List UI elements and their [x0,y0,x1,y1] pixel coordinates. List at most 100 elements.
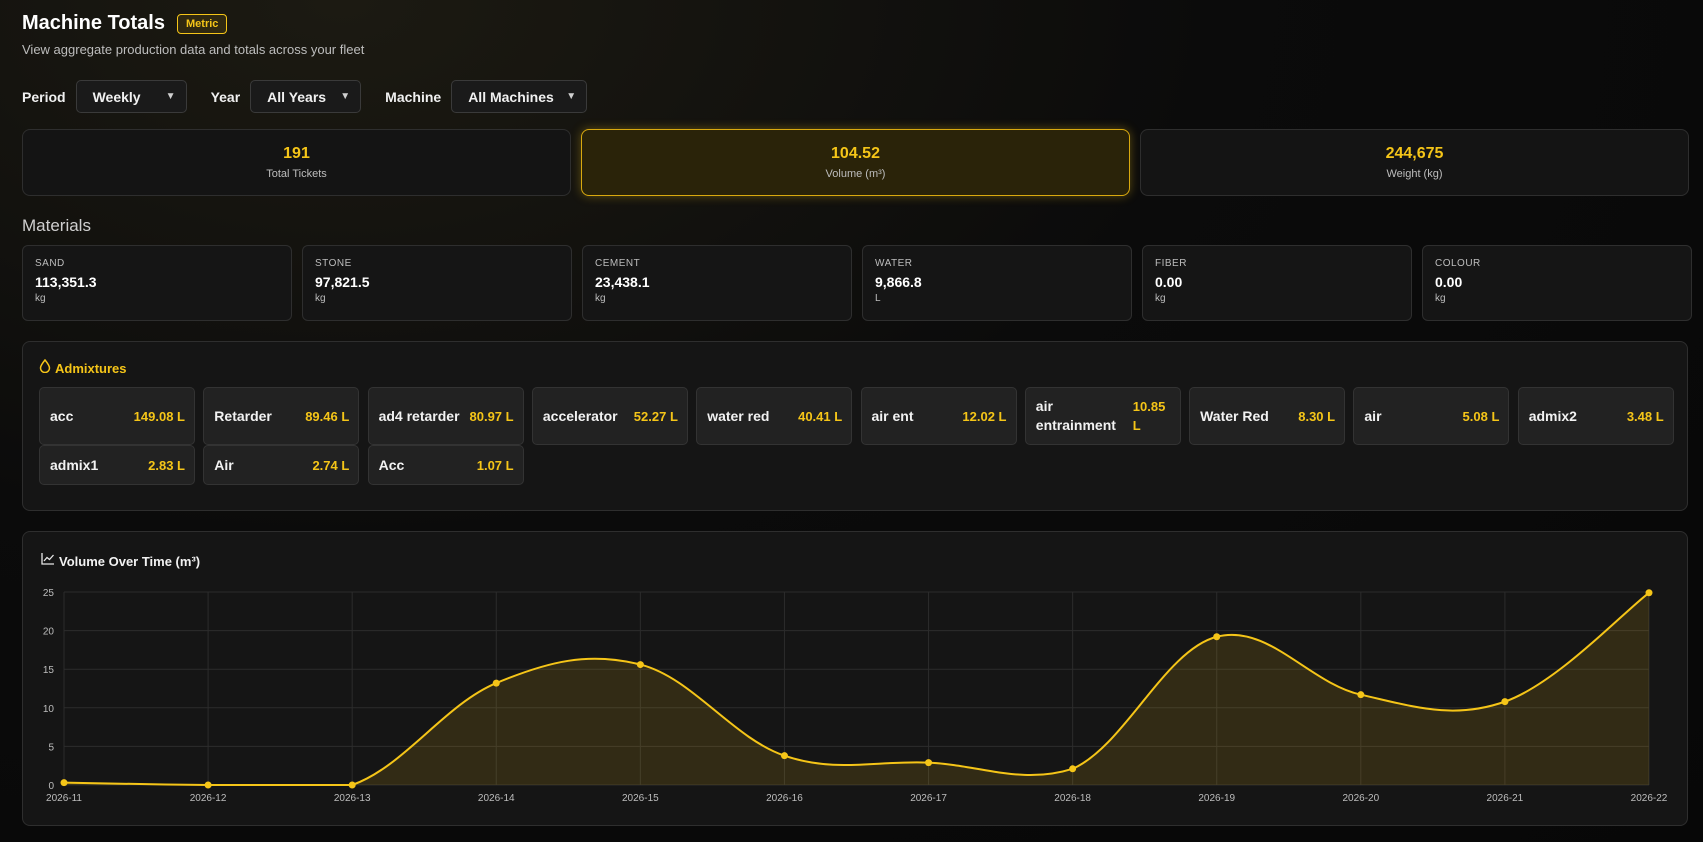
period-select-value: Weekly [92,88,141,105]
admixture-value: 5.08 L [1462,408,1500,424]
year-select-value: All Years [267,88,327,105]
admixture-chip: acc 149.08 L [39,387,195,445]
admixture-name: air entrainment [1035,398,1116,433]
stat-label: Total Tickets [266,168,327,180]
material-value: 0.00 [1155,274,1183,290]
material-value: 23,438.1 [595,274,650,290]
data-point [60,779,68,787]
material-unit: kg [1435,293,1446,304]
material-card-fiber: FIBER 0.00 kg [1142,245,1412,321]
admixture-value: 2.83 L [148,457,185,473]
material-unit: L [875,293,881,304]
material-value: 97,821.5 [315,274,370,290]
x-tick-label: 2026-20 [1342,793,1379,804]
data-point [780,752,788,760]
x-tick-label: 2026-17 [910,793,947,804]
admixture-name: ad4 retarder [378,407,460,424]
filter-bar: Period Weekly ▼ Year All Years ▼ Machine… [22,80,611,113]
page-subtitle: View aggregate production data and total… [22,42,365,57]
chart-title: Volume Over Time (m³) [59,553,201,569]
material-card-water: WATER 9,866.8 L [862,245,1132,321]
x-tick-label: 2026-16 [766,793,803,804]
data-point [204,781,212,789]
x-tick-label: 2026-22 [1631,793,1668,804]
admixture-name: Retarder [214,407,272,424]
material-name: SAND [35,258,65,269]
stat-card-volume[interactable]: 104.52 Volume (m³) [581,129,1130,196]
stat-card-tickets[interactable]: 191 Total Tickets [22,129,571,196]
material-card-stone: STONE 97,821.5 kg [302,245,572,321]
admixture-value: 2.74 L [312,457,350,473]
data-point [1645,589,1653,597]
data-point [348,781,356,789]
admixture-chip: Air 2.74 L [203,445,360,485]
year-select[interactable]: All Years ▼ [250,80,362,113]
admixture-name: water red [707,407,770,424]
admixtures-title: Admixtures [55,361,127,376]
x-tick-label: 2026-14 [478,793,515,804]
y-tick-label: 5 [48,742,54,753]
materials-heading: Materials [22,216,91,235]
admixture-chip: admix2 3.48 L [1517,387,1674,445]
droplet-icon [39,358,51,378]
admixture-chip: air ent 12.02 L [860,387,1017,445]
admixtures-header: Admixtures [39,358,127,378]
admixture-value: 1.07 L [476,457,514,473]
line-chart-icon [41,552,55,570]
admixture-chip: accelerator 52.27 L [531,387,688,445]
x-tick-label: 2026-13 [334,793,371,804]
stat-label: Volume (m³) [825,168,886,180]
stat-card-weight[interactable]: 244,675 Weight (kg) [1140,129,1689,196]
material-card-cement: CEMENT 23,438.1 kg [582,245,852,321]
admixture-value: 89.46 L [305,408,350,424]
y-tick-label: 0 [48,781,54,792]
machine-label: Machine [385,88,442,105]
data-point [1213,633,1221,641]
x-tick-label: 2026-19 [1198,793,1235,804]
admixture-value: 40.41 L [798,408,843,424]
material-value: 113,351.3 [35,274,97,290]
stat-value: 191 [283,145,310,162]
period-select[interactable]: Weekly ▼ [75,80,187,113]
x-tick-label: 2026-12 [190,793,227,804]
material-name: FIBER [1155,258,1187,269]
chevron-down-icon: ▼ [566,91,577,102]
material-unit: kg [35,293,46,304]
admixture-chip: admix1 2.83 L [39,445,195,485]
stat-value: 104.52 [831,145,880,162]
y-tick-label: 15 [43,665,55,676]
chevron-down-icon: ▼ [340,91,351,102]
data-point [1357,691,1365,699]
page-header: Machine Totals Metric [22,12,228,35]
admixture-name: admix2 [1528,407,1577,424]
admixture-value: 8.30 L [1298,408,1336,424]
material-value: 0.00 [1435,274,1463,290]
material-value: 9,866.8 [875,274,922,290]
admixtures-panel: Admixtures acc 149.08 L Retarder 89.46 L ad4… [22,341,1688,511]
material-card-colour: COLOUR 0.00 kg [1422,245,1692,321]
volume-chart: 0 5 10 15 20 25 2026-11 2026-12 2026-13 2026-14 20… [43,588,1668,804]
material-unit: kg [315,293,326,304]
admixture-name: Acc [378,456,405,473]
material-name: COLOUR [1435,258,1481,269]
material-name: WATER [875,258,913,269]
admixture-chip: Water Red 8.30 L [1189,387,1346,445]
admixture-value: 12.02 L [962,408,1007,424]
y-tick-label: 20 [43,627,55,638]
materials-row: SAND 113,351.3 kg STONE 97,821.5 kg CEME… [22,245,1692,321]
y-tick-label: 10 [43,704,55,715]
data-point [636,661,644,669]
page-title: Machine Totals [22,12,165,34]
material-name: CEMENT [595,258,641,269]
admixture-name: admix1 [50,456,99,473]
stats-row: 191 Total Tickets 104.52 Volume (m³) 244… [22,129,1689,196]
admixture-name: acc [50,407,74,424]
machine-select[interactable]: All Machines ▼ [451,80,588,113]
admixture-chip: air entrainment 10.85 L [1024,387,1181,445]
admixture-value: 10.85 L [1132,399,1166,433]
admixture-chip: air 5.08 L [1353,387,1510,445]
chart-header: Volume Over Time (m³) [41,552,200,570]
admixture-name: air ent [871,407,914,424]
admixture-value: 3.48 L [1626,408,1664,424]
admixture-value: 149.08 L [133,408,185,424]
